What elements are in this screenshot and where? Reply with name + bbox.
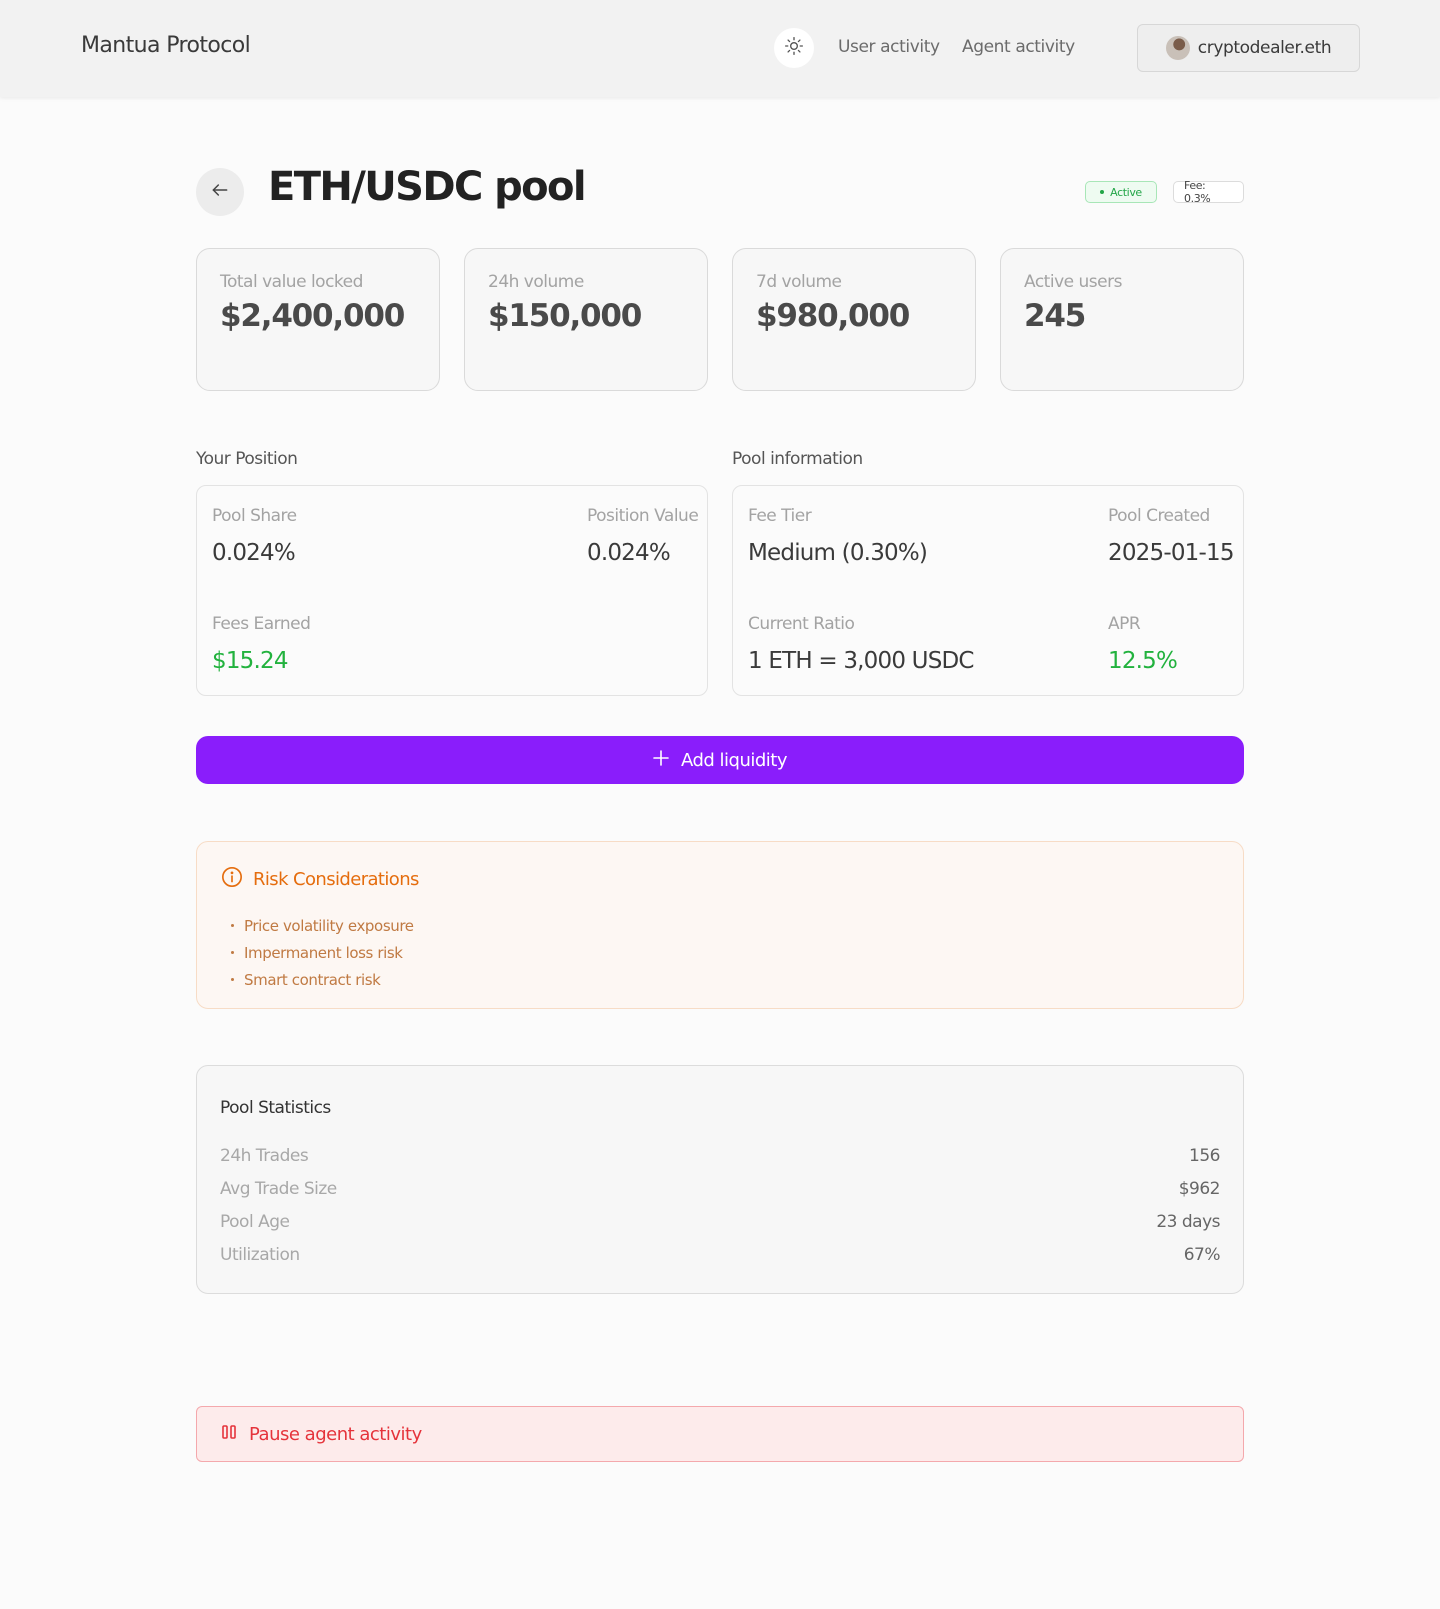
stat-key: 24h Trades: [220, 1145, 309, 1166]
pool-information-card: Fee Tier Medium (0.30%) Pool Created 202…: [732, 485, 1244, 696]
list-item: Impermanent loss risk: [231, 939, 414, 966]
status-label: Active: [1110, 185, 1142, 199]
risk-item-label: Impermanent loss risk: [244, 943, 403, 962]
your-position-card: Pool Share 0.024% Position Value 0.024% …: [196, 485, 708, 696]
stat-value: $150,000: [488, 298, 642, 334]
apr-value: 12.5%: [1108, 648, 1178, 674]
stat-value: 67%: [1183, 1244, 1221, 1265]
apr-cell: APR 12.5%: [1108, 614, 1178, 674]
pause-agent-label: Pause agent activity: [249, 1423, 422, 1445]
stat-value: $2,400,000: [220, 298, 405, 334]
fee-tier-cell: Fee Tier Medium (0.30%): [748, 506, 928, 566]
fee-badge: Fee: 0.3%: [1173, 179, 1244, 205]
add-liquidity-label: Add liquidity: [680, 749, 788, 771]
risk-item-label: Price volatility exposure: [244, 916, 414, 935]
pool-information-heading: Pool information: [732, 449, 863, 469]
table-row: Utilization 67%: [220, 1238, 1221, 1271]
top-header: Mantua Protocol User activity Agent acti…: [0, 0, 1440, 97]
info-circle-icon: [221, 866, 243, 893]
fee-tier-label: Fee Tier: [748, 506, 812, 526]
position-value-value: 0.024%: [587, 540, 671, 566]
brand-logo[interactable]: Mantua Protocol: [81, 33, 251, 58]
theme-toggle-button[interactable]: [774, 28, 814, 68]
page-title: ETH/USDC pool: [268, 164, 587, 210]
pool-created-value: 2025-01-15: [1108, 540, 1234, 566]
stat-card-24h-volume: 24h volume $150,000: [464, 248, 708, 391]
stat-label: Active users: [1024, 272, 1122, 292]
stat-key: Avg Trade Size: [220, 1178, 337, 1199]
pause-agent-button[interactable]: Pause agent activity: [196, 1406, 1244, 1462]
pool-statistics-panel: Pool Statistics 24h Trades 156 Avg Trade…: [196, 1065, 1244, 1294]
pause-icon: [221, 1424, 237, 1445]
pool-statistics-rows: 24h Trades 156 Avg Trade Size $962 Pool …: [220, 1139, 1221, 1271]
pool-share-cell: Pool Share 0.024%: [212, 506, 297, 566]
current-ratio-value: 1 ETH = 3,000 USDC: [748, 648, 974, 674]
current-ratio-cell: Current Ratio 1 ETH = 3,000 USDC: [748, 614, 974, 674]
avatar: [1165, 36, 1190, 60]
bullet-icon: [231, 924, 234, 927]
pool-share-value: 0.024%: [212, 540, 296, 566]
stat-value: $962: [1178, 1178, 1221, 1199]
stat-label: 24h volume: [488, 272, 584, 292]
pool-created-cell: Pool Created 2025-01-15: [1108, 506, 1234, 566]
stat-label: Total value locked: [220, 272, 363, 292]
nav-user-activity[interactable]: User activity: [838, 37, 940, 57]
fees-earned-label: Fees Earned: [212, 614, 311, 634]
arrow-left-icon: [210, 180, 230, 204]
stat-card-tvl: Total value locked $2,400,000: [196, 248, 440, 391]
wallet-address: cryptodealer.eth: [1197, 38, 1332, 58]
current-ratio-label: Current Ratio: [748, 614, 855, 634]
stat-card-active-users: Active users 245: [1000, 248, 1244, 391]
pool-created-label: Pool Created: [1108, 506, 1210, 526]
fees-earned-cell: Fees Earned $15.24: [212, 614, 311, 674]
position-value-label: Position Value: [587, 506, 699, 526]
nav-agent-activity[interactable]: Agent activity: [962, 37, 1075, 57]
stat-card-7d-volume: 7d volume $980,000: [732, 248, 976, 391]
list-item: Smart contract risk: [231, 966, 414, 993]
stat-label: 7d volume: [756, 272, 842, 292]
pool-statistics-title: Pool Statistics: [220, 1098, 331, 1118]
risk-considerations-panel: Risk Considerations Price volatility exp…: [196, 841, 1244, 1009]
back-button[interactable]: [196, 168, 244, 216]
table-row: Avg Trade Size $962: [220, 1172, 1221, 1205]
table-row: 24h Trades 156: [220, 1139, 1220, 1172]
bullet-icon: [231, 978, 234, 981]
wallet-button[interactable]: cryptodealer.eth: [1137, 24, 1360, 72]
stat-value: $980,000: [756, 298, 910, 334]
fees-earned-value: $15.24: [212, 648, 288, 674]
sun-icon: [784, 36, 804, 60]
risk-title-label: Risk Considerations: [253, 869, 419, 890]
add-liquidity-button[interactable]: Add liquidity: [196, 736, 1244, 784]
plus-icon: [653, 749, 669, 771]
risk-title: Risk Considerations: [221, 866, 419, 893]
list-item: Price volatility exposure: [231, 912, 414, 939]
table-row: Pool Age 23 days: [220, 1205, 1220, 1238]
apr-label: APR: [1108, 614, 1141, 634]
status-dot-icon: [1100, 190, 1105, 194]
stat-value: 156: [1189, 1145, 1220, 1166]
fee-tier-value: Medium (0.30%): [748, 540, 928, 566]
stat-value: 245: [1024, 298, 1086, 334]
stat-value: 23 days: [1156, 1211, 1220, 1232]
stat-key: Utilization: [220, 1244, 300, 1265]
position-value-cell: Position Value 0.024%: [587, 506, 699, 566]
stat-key: Pool Age: [220, 1211, 290, 1232]
status-badge: Active: [1085, 181, 1157, 203]
risk-item-label: Smart contract risk: [244, 970, 381, 989]
bullet-icon: [231, 951, 234, 954]
your-position-heading: Your Position: [196, 449, 298, 469]
pool-share-label: Pool Share: [212, 506, 297, 526]
risk-list: Price volatility exposure Impermanent lo…: [231, 912, 414, 993]
